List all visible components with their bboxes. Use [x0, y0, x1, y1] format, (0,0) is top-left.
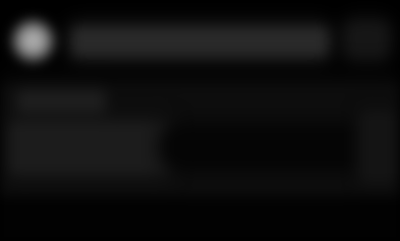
avatar-icon[interactable]: [12, 20, 54, 62]
card-field[interactable]: [166, 132, 362, 162]
card-edge-control[interactable]: [360, 112, 396, 182]
footer-area: [0, 196, 400, 241]
card-label: [18, 92, 104, 114]
card-thumbnail: [10, 122, 170, 174]
more-icon[interactable]: [346, 22, 388, 58]
title-bar: [72, 27, 328, 57]
blurred-screen: [0, 0, 400, 241]
header: [0, 0, 400, 80]
